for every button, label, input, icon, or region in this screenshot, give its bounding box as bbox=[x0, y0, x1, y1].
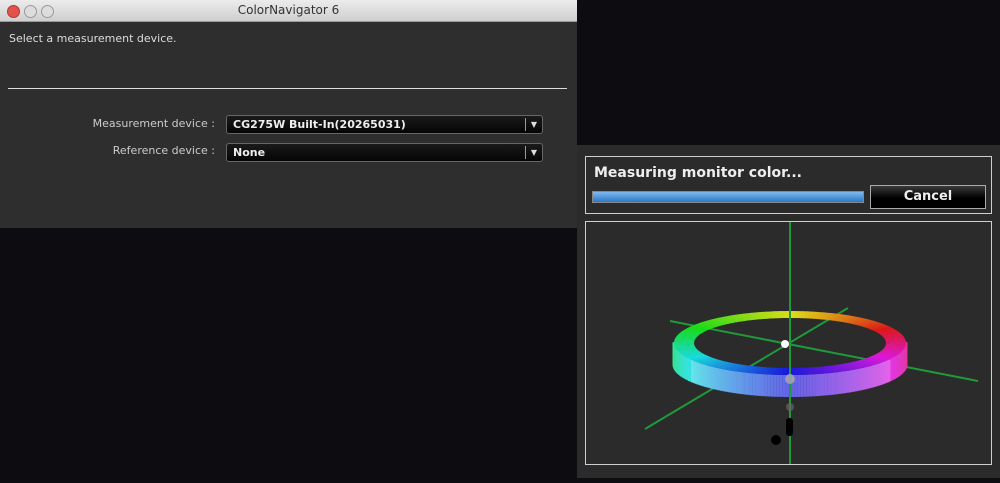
reference-device-label: Reference device : bbox=[112, 144, 215, 157]
cancel-button[interactable]: Cancel bbox=[870, 185, 986, 209]
gray-point-marker bbox=[785, 374, 795, 384]
dark-gray-point-marker bbox=[786, 403, 794, 411]
instruction-text: Select a measurement device. bbox=[9, 32, 177, 45]
reference-device-value: None bbox=[233, 146, 266, 159]
progress-box: Measuring monitor color... Cancel bbox=[585, 156, 992, 214]
measurement-device-value: CG275W Built-In(20265031) bbox=[233, 118, 406, 131]
gamut-view bbox=[585, 221, 992, 465]
chevron-down-icon: ▼ bbox=[525, 118, 542, 131]
black-point-marker bbox=[771, 435, 781, 445]
measurement-device-select[interactable]: CG275W Built-In(20265031) ▼ bbox=[226, 115, 543, 134]
white-point-marker bbox=[781, 340, 789, 348]
title-bar: ColorNavigator 6 bbox=[0, 0, 577, 22]
gamut-3d-plot bbox=[644, 222, 979, 464]
measurement-device-label: Measurement device : bbox=[92, 117, 215, 130]
measurement-panel: Measuring monitor color... Cancel bbox=[577, 145, 1000, 478]
ring-top-segment bbox=[674, 342, 695, 345]
reference-device-select[interactable]: None ▼ bbox=[226, 143, 543, 162]
progress-fill bbox=[593, 192, 863, 202]
progress-bar bbox=[592, 191, 864, 203]
window-title: ColorNavigator 6 bbox=[237, 3, 340, 17]
measuring-status: Measuring monitor color... bbox=[594, 165, 802, 181]
colornavigator-window: ColorNavigator 6 Select a measurement de… bbox=[0, 0, 577, 228]
divider bbox=[8, 88, 567, 89]
black-point-marker bbox=[786, 418, 793, 436]
chevron-down-icon: ▼ bbox=[525, 146, 542, 159]
